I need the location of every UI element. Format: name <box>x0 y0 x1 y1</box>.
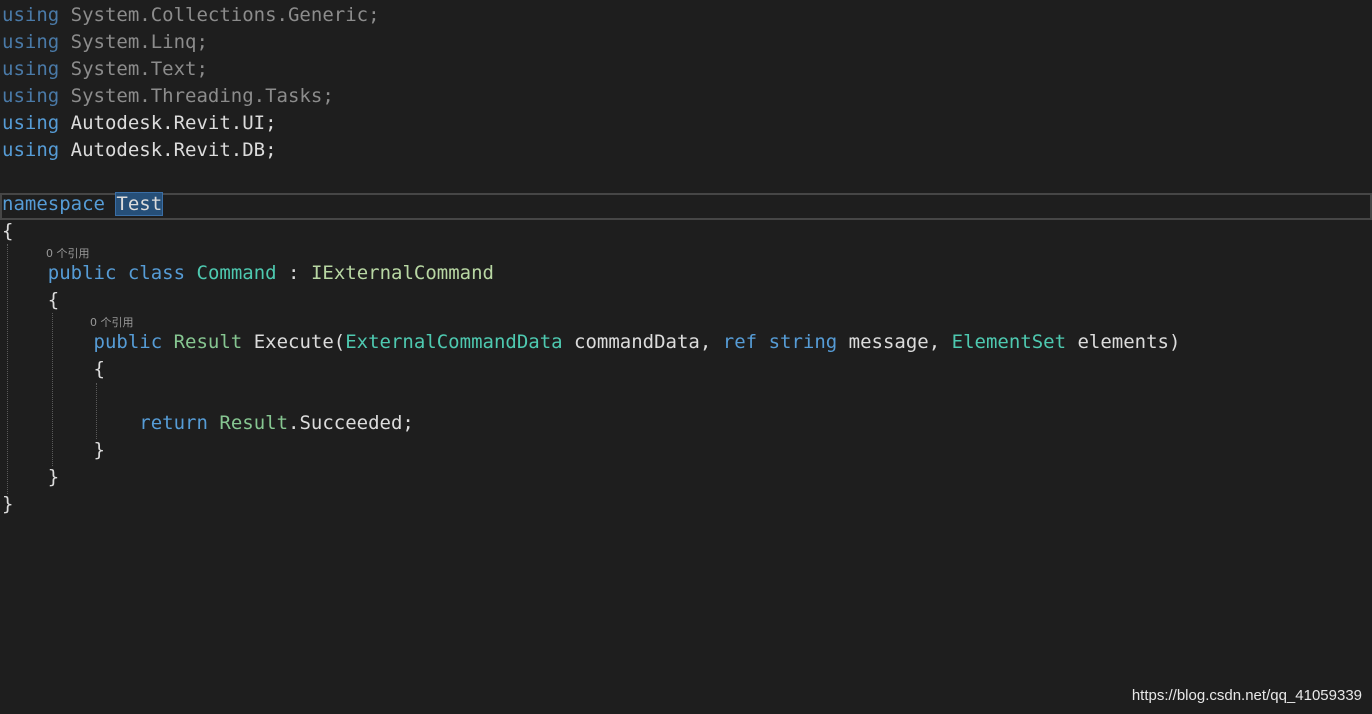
using-keyword: using <box>2 112 60 134</box>
indent-guide <box>52 313 53 466</box>
code-line-open-brace[interactable]: { <box>2 218 13 245</box>
namespace-ref: Autodesk.Revit.UI <box>70 112 266 134</box>
selected-namespace-name[interactable]: Test <box>115 192 164 216</box>
colon: : <box>288 262 300 284</box>
comma: , <box>928 331 941 353</box>
code-line-class-decl[interactable]: public class Command : IExternalCommand <box>2 260 494 287</box>
text-caret <box>162 193 164 216</box>
indent-guide <box>96 383 97 439</box>
param-type: ExternalCommandData <box>345 331 563 353</box>
code-line-method-close-brace[interactable]: } <box>2 437 105 464</box>
param-name: commandData <box>574 331 700 353</box>
public-keyword: public <box>47 262 117 284</box>
param-type: ElementSet <box>951 331 1067 353</box>
enum-member: .Succeeded <box>288 412 403 434</box>
brace: { <box>93 358 105 380</box>
using-keyword: using <box>2 4 60 26</box>
enum-name: Result <box>219 412 289 434</box>
code-line-return[interactable]: return Result.Succeeded; <box>2 410 414 437</box>
codelens-references[interactable]: 0 个引用 <box>46 247 90 261</box>
code-line-class-close-brace[interactable]: } <box>2 464 59 491</box>
using-keyword: using <box>2 31 60 53</box>
class-name: Command <box>196 262 277 284</box>
using-keyword: using <box>2 58 60 80</box>
semicolon: ; <box>368 4 380 26</box>
code-line-namespace[interactable]: namespace Test <box>2 191 164 218</box>
current-line-highlight <box>0 193 1372 220</box>
interface-name: IExternalCommand <box>310 262 494 284</box>
namespace-ref: System.Threading.Tasks <box>70 85 323 107</box>
semicolon: ; <box>265 139 277 161</box>
using-keyword: using <box>2 139 60 161</box>
class-keyword: class <box>127 262 186 284</box>
indent-guide <box>7 244 8 494</box>
code-line-close-brace[interactable]: } <box>2 491 13 518</box>
code-line-using-2[interactable]: using System.Linq; <box>2 29 208 56</box>
code-line-class-open-brace[interactable]: { <box>2 287 59 314</box>
brace: } <box>93 439 105 461</box>
semicolon: ; <box>402 412 414 434</box>
code-line-using-3[interactable]: using System.Text; <box>2 56 208 83</box>
watermark-url: https://blog.csdn.net/qq_41059339 <box>1131 687 1362 704</box>
code-line-method-decl[interactable]: public Result Execute(ExternalCommandDat… <box>2 329 1181 356</box>
code-editor[interactable]: using System.Collections.Generic; using … <box>0 0 1372 714</box>
brace: } <box>47 466 60 488</box>
close-paren: ) <box>1169 331 1181 353</box>
namespace-ref: System.Collections.Generic <box>70 4 369 26</box>
string-keyword: string <box>768 331 838 353</box>
namespace-ref: System.Text <box>70 58 197 80</box>
namespace-keyword: namespace <box>2 193 105 215</box>
param-name: message <box>848 331 929 353</box>
semicolon: ; <box>196 58 208 80</box>
using-keyword: using <box>2 85 60 107</box>
code-line-using-1[interactable]: using System.Collections.Generic; <box>2 2 380 29</box>
code-line-method-open-brace[interactable]: { <box>2 356 105 383</box>
return-keyword: return <box>139 412 208 434</box>
semicolon: ; <box>265 112 277 134</box>
code-line-using-6[interactable]: using Autodesk.Revit.DB; <box>2 137 277 164</box>
public-keyword: public <box>93 331 163 353</box>
brace: } <box>2 493 14 515</box>
namespace-ref: Autodesk.Revit.DB <box>70 139 266 161</box>
semicolon: ; <box>196 31 208 53</box>
param-name: elements <box>1077 331 1169 353</box>
code-line-using-4[interactable]: using System.Threading.Tasks; <box>2 83 334 110</box>
semicolon: ; <box>322 85 334 107</box>
comma: , <box>699 331 712 353</box>
method-name: Execute <box>253 331 334 353</box>
codelens-references[interactable]: 0 个引用 <box>90 316 134 330</box>
brace: { <box>47 289 60 311</box>
return-type: Result <box>173 331 243 353</box>
namespace-ref: System.Linq <box>70 31 197 53</box>
code-line-using-5[interactable]: using Autodesk.Revit.UI; <box>2 110 277 137</box>
open-paren: ( <box>333 331 346 353</box>
ref-keyword: ref <box>722 331 758 353</box>
brace: { <box>2 220 14 242</box>
